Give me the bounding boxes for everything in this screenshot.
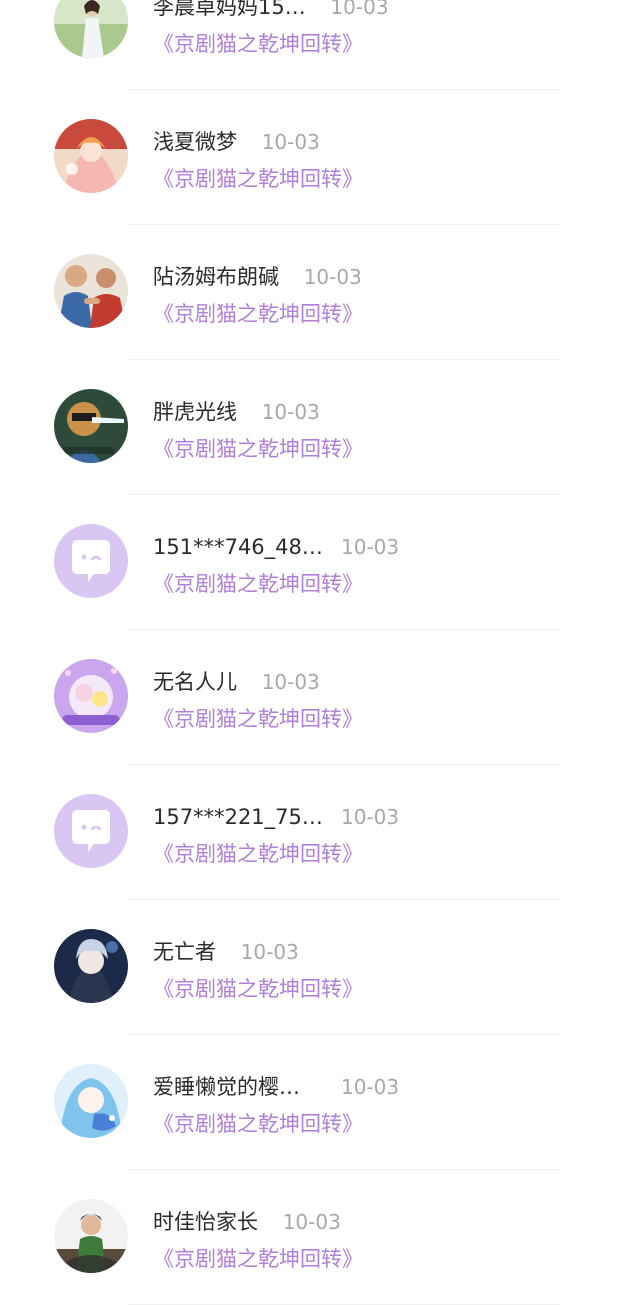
sender-name: 李晨卓妈妈15…	[153, 0, 306, 19]
book-title[interactable]: 《京剧猫之乾坤回转》	[153, 298, 363, 330]
book-title[interactable]: 《京剧猫之乾坤回转》	[153, 1108, 363, 1140]
list-item[interactable]: 157***221_75… 10-03 《京剧猫之乾坤回转》	[0, 765, 640, 900]
anime-avatar-icon	[54, 119, 128, 193]
avatar[interactable]	[54, 0, 128, 58]
avatar[interactable]	[54, 524, 128, 598]
message-date: 10-03	[341, 535, 400, 559]
avatar[interactable]	[54, 1064, 128, 1138]
cartoon-avatar-icon	[54, 659, 128, 733]
list-item[interactable]: 胖虎光线 10-03 《京剧猫之乾坤回转》	[0, 360, 640, 495]
avatar[interactable]	[54, 794, 128, 868]
sender-name: 浅夏微梦	[153, 130, 237, 154]
message-date: 10-03	[261, 670, 320, 694]
list-item[interactable]: 浅夏微梦 10-03 《京剧猫之乾坤回转》	[0, 90, 640, 225]
message-date: 10-03	[240, 940, 299, 964]
avatar[interactable]	[54, 929, 128, 1003]
sender-name: 151***746_48…	[153, 535, 323, 559]
list-item[interactable]: 李晨卓妈妈15… 10-03 《京剧猫之乾坤回转》	[0, 0, 640, 90]
book-title[interactable]: 《京剧猫之乾坤回转》	[153, 1243, 363, 1275]
message-date: 10-03	[282, 1210, 341, 1234]
message-list: 李晨卓妈妈15… 10-03 《京剧猫之乾坤回转》 浅夏微梦 10-03 《京剧…	[0, 0, 640, 1305]
avatar[interactable]	[54, 1199, 128, 1273]
book-title[interactable]: 《京剧猫之乾坤回转》	[153, 703, 363, 735]
default-chat-avatar-icon	[54, 524, 128, 598]
book-title[interactable]: 《京剧猫之乾坤回转》	[153, 28, 363, 60]
sender-name: 157***221_75…	[153, 805, 323, 829]
sender-name: 胖虎光线	[153, 400, 237, 424]
message-date: 10-03	[341, 1075, 400, 1099]
message-date: 10-03	[303, 265, 362, 289]
sender-name: 爱睡懒觉的樱…	[153, 1075, 300, 1099]
message-date: 10-03	[261, 130, 320, 154]
list-item[interactable]: 无名人儿 10-03 《京剧猫之乾坤回转》	[0, 630, 640, 765]
message-date: 10-03	[261, 400, 320, 424]
avatar[interactable]	[54, 119, 128, 193]
default-chat-avatar-icon	[54, 794, 128, 868]
book-title[interactable]: 《京剧猫之乾坤回转》	[153, 838, 363, 870]
anime-avatar-icon	[54, 1064, 128, 1138]
sender-name: 无亡者	[153, 940, 216, 964]
list-item[interactable]: 爱睡懒觉的樱… 10-03 《京剧猫之乾坤回转》	[0, 1035, 640, 1170]
avatar[interactable]	[54, 389, 128, 463]
photo-avatar-icon	[54, 0, 128, 58]
avatar[interactable]	[54, 659, 128, 733]
photo-avatar-icon	[54, 1199, 128, 1273]
list-item[interactable]: 无亡者 10-03 《京剧猫之乾坤回转》	[0, 900, 640, 1035]
sender-name: 阽汤姆布朗碱	[153, 265, 279, 289]
list-item[interactable]: 时佳怡家长 10-03 《京剧猫之乾坤回转》	[0, 1170, 640, 1305]
sender-name: 无名人儿	[153, 670, 237, 694]
message-date: 10-03	[330, 0, 389, 19]
book-title[interactable]: 《京剧猫之乾坤回转》	[153, 163, 363, 195]
sender-name: 时佳怡家长	[153, 1210, 258, 1234]
list-item[interactable]: 151***746_48… 10-03 《京剧猫之乾坤回转》	[0, 495, 640, 630]
book-title[interactable]: 《京剧猫之乾坤回转》	[153, 568, 363, 600]
book-title[interactable]: 《京剧猫之乾坤回转》	[153, 433, 363, 465]
avatar[interactable]	[54, 254, 128, 328]
anime-avatar-icon	[54, 929, 128, 1003]
cartoon-avatar-icon	[54, 389, 128, 463]
list-item[interactable]: 阽汤姆布朗碱 10-03 《京剧猫之乾坤回转》	[0, 225, 640, 360]
book-title[interactable]: 《京剧猫之乾坤回转》	[153, 973, 363, 1005]
photo-avatar-icon	[54, 254, 128, 328]
message-date: 10-03	[341, 805, 400, 829]
